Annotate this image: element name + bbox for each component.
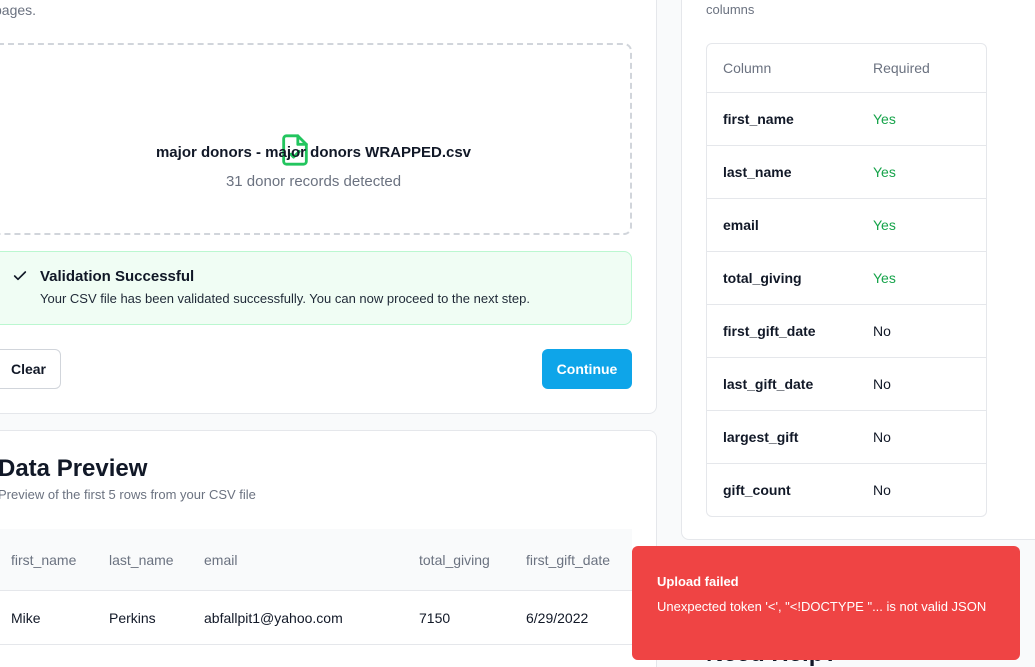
required-value: Yes bbox=[873, 270, 896, 286]
continue-button[interactable]: Continue bbox=[542, 349, 632, 389]
column-header: first_gift_date bbox=[526, 552, 611, 568]
error-toast[interactable]: Upload failed Unexpected token '<', "<!D… bbox=[632, 546, 1020, 660]
required-header: Required bbox=[873, 60, 930, 76]
toast-description: Unexpected token '<', "<!DOCTYPE "... is… bbox=[657, 599, 987, 614]
required-value: No bbox=[873, 429, 891, 445]
column-header: total_giving bbox=[419, 552, 490, 568]
upload-description: pages. bbox=[0, 2, 37, 18]
column-name: largest_gift bbox=[723, 429, 799, 445]
column-header: Column bbox=[723, 60, 772, 76]
clear-button[interactable]: Clear bbox=[0, 349, 61, 389]
required-columns-description: columns bbox=[706, 2, 755, 17]
column-name: email bbox=[723, 217, 759, 233]
required-value: No bbox=[873, 376, 891, 392]
column-header: email bbox=[204, 552, 238, 568]
row-divider bbox=[707, 357, 986, 358]
file-dropzone[interactable] bbox=[0, 43, 632, 235]
table-cell: Mike bbox=[11, 610, 41, 626]
row-divider bbox=[707, 198, 986, 199]
row-divider bbox=[707, 304, 986, 305]
required-value: Yes bbox=[873, 111, 896, 127]
column-name: last_gift_date bbox=[723, 376, 814, 392]
alert-description: Your CSV file has been validated success… bbox=[40, 291, 530, 306]
row-divider bbox=[0, 644, 632, 645]
column-name: first_name bbox=[723, 111, 794, 127]
alert-title: Validation Successful bbox=[40, 268, 195, 285]
required-value: No bbox=[873, 323, 891, 339]
column-name: first_gift_date bbox=[723, 323, 816, 339]
table-cell: abfallpit1@yahoo.com bbox=[204, 610, 343, 626]
column-name: last_name bbox=[723, 164, 792, 180]
required-value: Yes bbox=[873, 217, 896, 233]
table-cell: Perkins bbox=[109, 610, 156, 626]
row-divider bbox=[707, 251, 986, 252]
table-cell: 6/29/2022 bbox=[526, 610, 589, 626]
column-header: first_name bbox=[11, 552, 77, 568]
validation-alert bbox=[0, 251, 632, 325]
column-name: total_giving bbox=[723, 270, 802, 286]
check-icon bbox=[12, 268, 28, 289]
toast-title: Upload failed bbox=[657, 574, 739, 589]
preview-title: Data Preview bbox=[0, 455, 148, 482]
table-cell: 7150 bbox=[419, 610, 451, 626]
required-value: No bbox=[873, 482, 891, 498]
row-divider bbox=[707, 463, 986, 464]
row-divider bbox=[707, 92, 986, 93]
column-name: gift_count bbox=[723, 482, 791, 498]
file-name: major donors - major donors WRAPPED.csv bbox=[155, 144, 472, 161]
row-divider bbox=[707, 145, 986, 146]
preview-subtitle: Preview of the first 5 rows from your CS… bbox=[0, 487, 256, 502]
row-divider bbox=[707, 410, 986, 411]
records-detected: 31 donor records detected bbox=[225, 173, 402, 190]
column-header: last_name bbox=[109, 552, 174, 568]
required-value: Yes bbox=[873, 164, 896, 180]
